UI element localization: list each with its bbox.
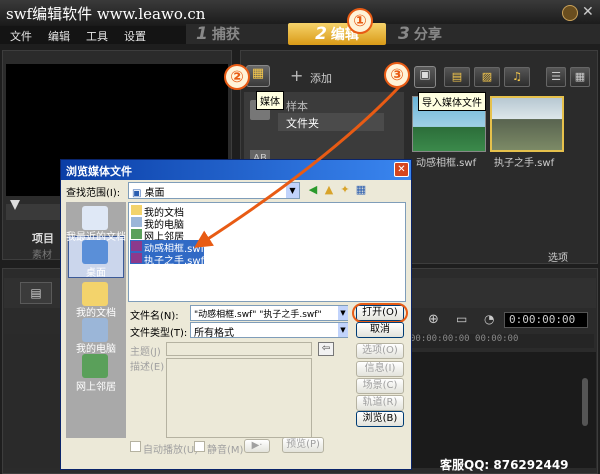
menu-tools[interactable]: 工具 bbox=[86, 28, 108, 44]
options-button[interactable]: 选项(O) bbox=[356, 343, 404, 359]
options-toggle[interactable]: 选项 bbox=[548, 249, 568, 264]
scene-button[interactable]: 场景(C) bbox=[356, 378, 404, 394]
subject-input bbox=[166, 342, 312, 356]
place-desktop[interactable]: 桌面 bbox=[66, 264, 126, 279]
menu-settings[interactable]: 设置 bbox=[124, 28, 146, 44]
new-folder-icon[interactable]: ✦ bbox=[338, 183, 352, 197]
file-item-network[interactable]: 网上邻居 bbox=[130, 228, 184, 243]
zoom-icon[interactable]: ⊕ bbox=[428, 312, 439, 327]
timeline-ruler: 00:00:00:00 00:00:00 bbox=[410, 334, 594, 348]
chevron-down-icon[interactable]: ▼ bbox=[338, 323, 348, 337]
filename-input[interactable]: "动感相框.swf" "执子之手.swf" bbox=[190, 305, 348, 321]
list-view-icon[interactable]: ☰ bbox=[546, 67, 566, 87]
recent-docs-icon[interactable] bbox=[82, 206, 108, 230]
file-item-documents[interactable]: 我的文档 bbox=[130, 204, 184, 219]
project-label[interactable]: 项目 bbox=[32, 230, 54, 246]
clock-icon[interactable]: ◔ bbox=[484, 312, 494, 326]
autoplay-checkbox[interactable] bbox=[130, 441, 141, 452]
thumbnail-name-1: 动感相框.swf bbox=[416, 158, 477, 169]
tooltip-import: 导入媒体文件 bbox=[418, 92, 486, 111]
mute-checkbox[interactable] bbox=[194, 441, 205, 452]
add-icon[interactable]: + bbox=[290, 66, 303, 85]
thumbnail-2[interactable] bbox=[490, 96, 564, 152]
chevron-down-icon[interactable]: ▼ bbox=[338, 306, 348, 320]
browse-button[interactable]: 浏览(B) bbox=[356, 411, 404, 427]
desktop-icon[interactable] bbox=[82, 240, 108, 264]
menu-file[interactable]: 文件 bbox=[10, 28, 32, 44]
clip-label[interactable]: 素材 bbox=[32, 246, 52, 261]
grid-view-icon[interactable]: ▦ bbox=[570, 67, 590, 87]
import-folder-icon[interactable]: ▣ bbox=[414, 66, 436, 88]
app-logo-icon[interactable] bbox=[562, 5, 578, 21]
cancel-button[interactable]: 取消 bbox=[356, 322, 404, 338]
swf-file-icon bbox=[131, 241, 142, 251]
filetype-select[interactable]: 所有格式 bbox=[190, 322, 348, 339]
swf-file-icon bbox=[131, 253, 142, 263]
image-filter-icon[interactable]: ▨ bbox=[474, 67, 500, 87]
app-brand: swf编辑软件 www.leawo.cn bbox=[6, 5, 206, 23]
up-folder-icon[interactable]: ▲ bbox=[322, 183, 336, 197]
category-folder[interactable]: 文件夹 bbox=[278, 113, 384, 131]
fit-icon[interactable]: ▭ bbox=[456, 312, 467, 326]
video-filter-icon[interactable]: ▤ bbox=[444, 67, 470, 87]
autoplay-label: 自动播放(U) bbox=[143, 445, 199, 456]
mute-label: 静音(M) bbox=[207, 445, 244, 456]
place-documents[interactable]: 我的文档 bbox=[66, 304, 126, 319]
dialog-title: 浏览媒体文件 bbox=[61, 160, 411, 180]
add-label[interactable]: 添加 bbox=[310, 70, 332, 86]
info-button[interactable]: 信息(I) bbox=[356, 361, 404, 377]
annotation-2: ② bbox=[224, 64, 250, 90]
filename-label: 文件名(N): bbox=[130, 311, 179, 322]
description-label: 描述(E) bbox=[130, 362, 165, 373]
my-documents-icon[interactable] bbox=[82, 282, 108, 306]
my-computer-icon[interactable] bbox=[82, 318, 108, 342]
track-button[interactable]: 轨道(R) bbox=[356, 395, 404, 411]
step-capture[interactable]: 1 捕获 bbox=[196, 23, 276, 45]
play-icon[interactable]: ▶· bbox=[244, 439, 270, 453]
hotline-text: 客服QQ: 876292449 bbox=[440, 458, 569, 472]
timeline-tracks[interactable] bbox=[404, 352, 596, 468]
subject-label: 主题(J) bbox=[130, 347, 161, 358]
tooltip-media: 媒体 bbox=[256, 91, 284, 110]
thumbnail-name-2: 执子之手.swf bbox=[494, 158, 555, 169]
menu-edit[interactable]: 编辑 bbox=[48, 28, 70, 44]
close-icon[interactable]: ✕ bbox=[582, 4, 594, 20]
view-menu-icon[interactable]: ▦ bbox=[354, 183, 368, 197]
arrow-left-icon[interactable]: ⇦ bbox=[318, 342, 334, 356]
filetype-label: 文件类型(T): bbox=[130, 328, 188, 339]
chevron-down-icon[interactable]: ▼ bbox=[286, 183, 299, 198]
look-in-select[interactable]: ▣ 桌面 bbox=[128, 182, 300, 199]
place-computer[interactable]: 我的电脑 bbox=[66, 340, 126, 355]
category-sample[interactable]: 样本 bbox=[286, 98, 308, 114]
place-network[interactable]: 网上邻居 bbox=[66, 378, 126, 393]
audio-filter-icon[interactable]: ♫ bbox=[504, 67, 530, 87]
step-share[interactable]: 3 分享 bbox=[398, 23, 478, 45]
preview-button[interactable]: 预览(P) bbox=[282, 437, 324, 453]
back-icon[interactable]: ◀ bbox=[306, 183, 320, 197]
film-strip-icon[interactable]: ▤ bbox=[20, 282, 52, 304]
network-icon[interactable] bbox=[82, 354, 108, 378]
track-headers bbox=[4, 334, 60, 468]
annotation-3: ③ bbox=[384, 62, 410, 88]
timecode-display[interactable]: 0:00:00:00 bbox=[504, 312, 588, 328]
open-highlight-ring bbox=[352, 303, 408, 323]
dialog-close-icon[interactable]: ✕ bbox=[394, 162, 409, 177]
timeline-scrollbar[interactable] bbox=[582, 378, 588, 426]
description-input bbox=[166, 358, 312, 438]
annotation-1: ① bbox=[347, 8, 373, 34]
file-item-computer[interactable]: 我的电脑 bbox=[130, 216, 184, 231]
look-in-label: 查找范围(I): bbox=[66, 188, 121, 199]
